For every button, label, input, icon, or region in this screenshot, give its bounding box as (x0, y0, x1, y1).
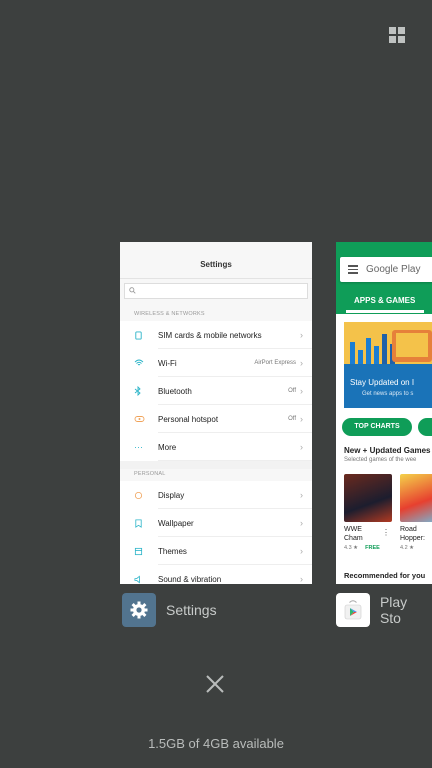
settings-item-display[interactable]: Display › (120, 481, 312, 509)
themes-icon (134, 547, 158, 556)
section-title: New + Updated Games (344, 446, 431, 455)
settings-item-hotspot[interactable]: Personal hotspot Off › (120, 405, 312, 433)
settings-item-label: Bluetooth (158, 386, 192, 396)
play-header: Google Play APPS & GAMES (336, 242, 432, 314)
close-icon[interactable] (204, 673, 226, 695)
settings-search-input[interactable] (124, 283, 308, 299)
chevron-right-icon: › (300, 330, 303, 340)
play-search-bar[interactable]: Google Play (340, 257, 432, 282)
bluetooth-icon (134, 386, 158, 396)
settings-gear-icon (122, 593, 156, 627)
recommended-title: Recommended for you (344, 571, 426, 580)
category-chip[interactable] (418, 418, 432, 436)
game-rating: 4.3 ★ FREE (344, 545, 392, 551)
menu-icon[interactable] (348, 263, 358, 276)
settings-item-sound[interactable]: Sound & vibration › (120, 565, 312, 584)
settings-title: Settings (120, 242, 312, 279)
settings-item-value: Off (288, 416, 296, 422)
settings-item-value: AirPort Express (254, 360, 296, 366)
chevron-right-icon: › (300, 414, 303, 424)
price-label: FREE (365, 545, 380, 551)
game-card[interactable]: WWE Cham 4.3 ★ FREE ⋮ (344, 474, 392, 551)
play-search-text: Google Play (366, 264, 421, 275)
wifi-icon (134, 359, 158, 367)
promo-banner[interactable]: Stay Updated on I Get news apps to s (344, 322, 432, 408)
memory-available-text: 1.5GB of 4GB available (148, 736, 284, 751)
chevron-right-icon: › (300, 546, 303, 556)
settings-item-sim[interactable]: SIM cards & mobile networks › (120, 321, 312, 349)
settings-item-more[interactable]: ··· More › (120, 433, 312, 461)
tab-apps-games[interactable]: APPS & GAMES (354, 296, 415, 305)
more-icon: ··· (134, 442, 143, 452)
settings-item-label: Personal hotspot (158, 414, 219, 424)
play-store-app-label[interactable]: Play Sto (336, 593, 432, 627)
game-name: Road Hopper: (400, 526, 425, 542)
chevron-right-icon: › (300, 358, 303, 368)
game-art (400, 474, 432, 522)
settings-item-label: Themes (158, 546, 187, 556)
hotspot-icon (134, 415, 158, 423)
chevron-right-icon: › (300, 490, 303, 500)
rating-value: 4.2 ★ (400, 545, 415, 551)
display-icon (134, 491, 158, 500)
overflow-menu-icon[interactable]: ⋮ (382, 528, 390, 537)
sim-icon (134, 330, 158, 340)
play-store-app-card[interactable]: Google Play APPS & GAMES Stay Updated on… (336, 242, 432, 584)
settings-app-label[interactable]: Settings (122, 593, 217, 627)
settings-item-label: Display (158, 490, 185, 500)
banner-graphic (344, 322, 432, 364)
search-icon (129, 287, 136, 294)
section-divider (120, 461, 312, 469)
chevron-right-icon: › (300, 442, 303, 452)
game-card[interactable]: Road Hopper: 4.2 ★ (400, 474, 432, 551)
settings-item-value: Off (288, 388, 296, 394)
sound-icon (134, 574, 158, 584)
settings-item-label: Wi-Fi (158, 358, 177, 368)
rating-value: 4.3 ★ (344, 545, 359, 551)
chevron-right-icon: › (300, 518, 303, 528)
section-header-personal: PERSONAL (134, 471, 166, 477)
settings-item-bluetooth[interactable]: Bluetooth Off › (120, 377, 312, 405)
banner-subtitle: Get news apps to s (362, 391, 414, 397)
app-name: Play Sto (379, 594, 408, 626)
game-name: WWE Cham (344, 526, 363, 542)
chevron-right-icon: › (300, 386, 303, 396)
settings-item-wallpaper[interactable]: Wallpaper › (120, 509, 312, 537)
settings-item-wifi[interactable]: Wi-Fi AirPort Express › (120, 349, 312, 377)
play-store-icon (336, 593, 370, 627)
game-art (344, 474, 392, 522)
game-rating: 4.2 ★ (400, 545, 432, 551)
section-header-wireless: WIRELESS & NETWORKS (134, 311, 205, 317)
settings-item-label: SIM cards & mobile networks (158, 330, 262, 340)
top-charts-chip[interactable]: TOP CHARTS (342, 418, 412, 436)
banner-title: Stay Updated on I (350, 378, 415, 387)
settings-item-label: Wallpaper (158, 518, 194, 528)
section-subtitle: Selected games of the wee (344, 457, 417, 463)
grid-icon[interactable] (389, 27, 405, 43)
app-name: Settings (166, 602, 217, 618)
settings-item-themes[interactable]: Themes › (120, 537, 312, 565)
settings-item-label: More (158, 442, 177, 452)
settings-item-label: Sound & vibration (158, 574, 222, 584)
wallpaper-icon (134, 518, 158, 528)
tab-indicator (346, 310, 424, 313)
settings-app-card[interactable]: Settings WIRELESS & NETWORKS SIM cards &… (120, 242, 312, 584)
chevron-right-icon: › (300, 574, 303, 584)
